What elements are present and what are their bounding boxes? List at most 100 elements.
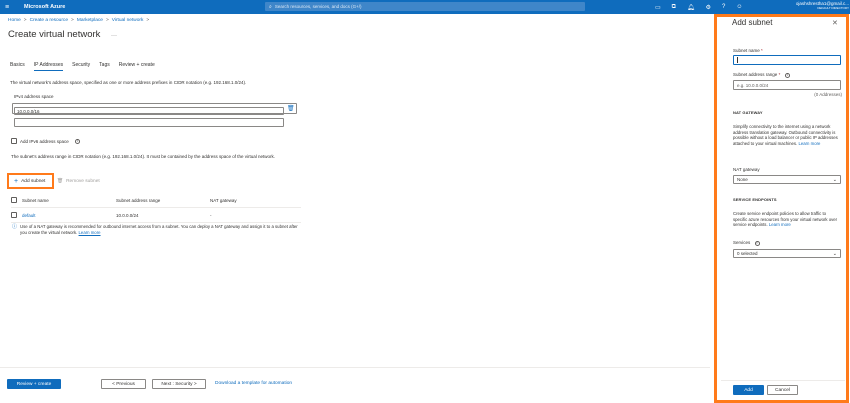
feedback-icon[interactable]: ☺ bbox=[736, 4, 742, 10]
nat-gateway-label: NAT gateway bbox=[733, 167, 760, 172]
plus-icon: + bbox=[14, 177, 19, 185]
breadcrumb-marketplace[interactable]: Marketplace bbox=[77, 18, 103, 23]
select-all-checkbox[interactable] bbox=[11, 196, 17, 203]
search-placeholder: Search resources, services, and docs (G+… bbox=[274, 4, 362, 9]
subnet-name-link[interactable]: default bbox=[22, 213, 116, 218]
help-icon[interactable]: ? bbox=[722, 4, 725, 10]
top-navigation-bar: ≡ Microsoft Azure ⌕ Search resources, se… bbox=[0, 0, 850, 14]
panel-footer-divider bbox=[721, 380, 845, 381]
breadcrumb-separator: > bbox=[71, 18, 74, 23]
chevron-down-icon: ⌄ bbox=[832, 250, 837, 257]
more-options-icon[interactable]: ··· bbox=[111, 33, 117, 39]
info-icon[interactable]: i bbox=[754, 240, 760, 246]
tab-tags[interactable]: Tags bbox=[99, 62, 110, 71]
add-subnet-label: Add subnet bbox=[21, 178, 46, 184]
add-subnet-button[interactable]: + Add subnet bbox=[7, 173, 54, 189]
trash-icon: 🗑︎ bbox=[57, 179, 64, 184]
column-header-subnet-range: Subnet address range bbox=[116, 197, 161, 203]
tab-security[interactable]: Security bbox=[72, 62, 90, 71]
address-count: (0 Addresses) bbox=[814, 92, 842, 97]
subnet-name-label: Subnet name * bbox=[733, 48, 763, 53]
breadcrumb-home[interactable]: Home bbox=[8, 18, 21, 23]
breadcrumb-separator: > bbox=[23, 18, 27, 23]
nat-note-body: Use of a NAT gateway is recommended for … bbox=[20, 224, 302, 236]
nat-gateway-selected: None bbox=[737, 177, 748, 182]
panel-title: Add subnet bbox=[732, 18, 773, 27]
breadcrumb-separator: > bbox=[105, 18, 109, 23]
settings-gear-icon[interactable]: ⚙ bbox=[706, 4, 711, 11]
topbar-icons: ▭ ⧉ 🔔︎ ⚙ ? ☺ bbox=[655, 0, 742, 14]
ipv6-checkbox[interactable] bbox=[11, 138, 17, 144]
nat-gateway-description-text: Simplify connectivity to the internet us… bbox=[733, 124, 838, 146]
services-selected: 0 selected bbox=[737, 251, 758, 256]
remove-subnet-button[interactable]: 🗑︎ Remove subnet bbox=[57, 179, 100, 184]
subnet-range-cell: 10.0.0.0/24 bbox=[116, 212, 139, 218]
next-security-button[interactable]: Next : Security > bbox=[152, 379, 206, 389]
subnet-description: The subnet's address range in CIDR notat… bbox=[11, 154, 276, 159]
learn-more-link[interactable]: Learn more bbox=[769, 222, 791, 227]
tab-basics[interactable]: Basics bbox=[10, 62, 25, 71]
required-marker: * bbox=[778, 72, 781, 77]
tab-ip-addresses[interactable]: IP Addresses bbox=[33, 62, 64, 71]
close-icon[interactable]: ✕ bbox=[832, 19, 838, 27]
info-icon: ⓘ bbox=[12, 224, 18, 230]
subnet-name-input[interactable] bbox=[733, 55, 841, 65]
global-search-box[interactable]: ⌕ Search resources, services, and docs (… bbox=[265, 2, 585, 11]
text-caret bbox=[737, 57, 738, 63]
azure-brand[interactable]: Microsoft Azure bbox=[24, 4, 65, 10]
learn-more-link[interactable]: Learn more bbox=[79, 230, 101, 235]
column-header-subnet-name: Subnet name bbox=[22, 197, 49, 203]
required-marker: * bbox=[761, 48, 763, 53]
nat-gateway-description: Simplify connectivity to the internet us… bbox=[733, 124, 841, 146]
breadcrumb-virtual-network[interactable]: Virtual network bbox=[112, 18, 144, 23]
tab-review-create[interactable]: Review + create bbox=[119, 62, 155, 71]
subnet-name-label-text: Subnet name bbox=[733, 48, 760, 53]
row-checkbox[interactable] bbox=[11, 211, 17, 218]
ipv4-address-input[interactable]: 10.0.0.0/16 bbox=[14, 107, 284, 115]
delete-address-space-icon[interactable]: 🗑︎ bbox=[287, 105, 295, 112]
previous-button[interactable]: < Previous bbox=[101, 379, 146, 389]
nat-gateway-section-title: NAT GATEWAY bbox=[733, 110, 763, 115]
column-header-nat-gateway: NAT gateway bbox=[210, 197, 237, 203]
breadcrumb-separator: > bbox=[146, 18, 150, 23]
nat-gateway-note: ⓘ Use of a NAT gateway is recommended fo… bbox=[12, 224, 302, 236]
ipv6-label: Add IPv6 address space bbox=[20, 138, 69, 144]
service-endpoints-section-title: SERVICE ENDPOINTS bbox=[733, 197, 777, 202]
info-icon[interactable]: i bbox=[74, 138, 80, 144]
nat-note-text: Use of a NAT gateway is recommended for … bbox=[20, 224, 298, 235]
nat-gateway-dropdown[interactable]: None ⌄ bbox=[733, 175, 841, 184]
ipv4-new-address-input[interactable] bbox=[14, 118, 284, 127]
subnet-range-input[interactable]: e.g. 10.0.0.0/24 bbox=[733, 80, 841, 90]
notifications-icon[interactable]: 🔔︎ bbox=[687, 4, 695, 11]
page-title: Create virtual network ··· bbox=[8, 29, 117, 40]
breadcrumb-create-resource[interactable]: Create a resource bbox=[30, 18, 68, 23]
nat-gateway-cell: - bbox=[210, 212, 212, 218]
cloud-shell-icon[interactable]: ▭ bbox=[655, 4, 661, 11]
add-button[interactable]: Add bbox=[733, 385, 764, 395]
ipv4-address-space-label: IPv4 address space bbox=[14, 94, 54, 99]
info-icon[interactable]: i bbox=[784, 72, 790, 78]
chevron-down-icon: ⌄ bbox=[832, 176, 837, 183]
wizard-footer: Review + create < Previous Next : Securi… bbox=[0, 367, 710, 403]
table-row: default 10.0.0.0/24 - bbox=[11, 208, 301, 223]
search-icon: ⌕ bbox=[269, 3, 272, 10]
directory-filter-icon[interactable]: ⧉ bbox=[672, 4, 676, 11]
services-label-text: Services bbox=[733, 240, 751, 245]
service-endpoints-description: Create service endpoint policies to allo… bbox=[733, 211, 841, 228]
services-dropdown[interactable]: 0 selected ⌄ bbox=[733, 249, 841, 258]
learn-more-link[interactable]: Learn more bbox=[798, 141, 820, 146]
hamburger-menu-icon[interactable]: ≡ bbox=[0, 0, 14, 14]
cancel-button[interactable]: Cancel bbox=[767, 385, 798, 395]
account-menu[interactable]: ojashshrestha1@gmail.c... DEFAULT DIRECT… bbox=[785, 1, 849, 10]
page-title-text: Create virtual network bbox=[8, 29, 101, 40]
remove-subnet-label: Remove subnet bbox=[66, 179, 100, 184]
subnet-range-label-text: Subnet address range bbox=[733, 72, 778, 77]
download-template-link[interactable]: Download a template for automation bbox=[215, 381, 292, 386]
subnet-range-label: Subnet address range * i bbox=[733, 72, 790, 78]
breadcrumb: Home > Create a resource > Marketplace >… bbox=[8, 18, 149, 23]
wizard-tabs: Basics IP Addresses Security Tags Review… bbox=[10, 62, 155, 71]
services-label: Services i bbox=[733, 240, 760, 246]
review-create-button[interactable]: Review + create bbox=[7, 379, 61, 389]
user-directory: DEFAULT DIRECTORY bbox=[817, 6, 849, 10]
address-space-description: The virtual network's address space, spe… bbox=[10, 80, 247, 85]
